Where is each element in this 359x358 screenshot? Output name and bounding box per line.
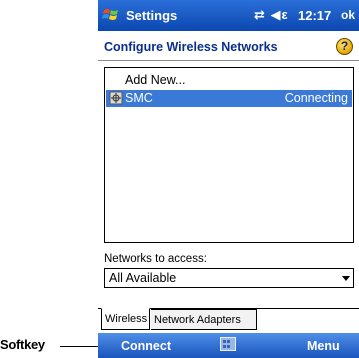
- network-list[interactable]: Add New... SMC Connecting: [104, 67, 354, 243]
- windows-start-icon[interactable]: [102, 6, 120, 24]
- dropdown-value: All Available: [109, 271, 177, 285]
- networks-to-access-label: Networks to access:: [104, 253, 207, 265]
- callout-line: [60, 346, 98, 347]
- title-bar: Settings ⇄ ◀ε 12:17 ok: [98, 0, 359, 31]
- softkey-callout: Softkey: [0, 335, 45, 353]
- help-icon[interactable]: ?: [336, 38, 353, 55]
- softkey-bar: Connect Menu: [98, 333, 359, 358]
- page-title: Configure Wireless Networks: [104, 40, 278, 54]
- network-name: SMC: [125, 91, 153, 105]
- page-header: Configure Wireless Networks ?: [98, 31, 359, 61]
- network-item-smc[interactable]: SMC Connecting: [106, 90, 352, 107]
- tab-wireless[interactable]: Wireless: [101, 308, 150, 330]
- add-new-item[interactable]: Add New...: [125, 73, 185, 87]
- network-status: Connecting: [284, 91, 348, 105]
- networks-to-access-dropdown[interactable]: All Available: [104, 268, 354, 288]
- keyboard-icon[interactable]: [220, 337, 236, 351]
- clock[interactable]: 12:17: [298, 8, 331, 23]
- chevron-down-icon[interactable]: [342, 276, 350, 281]
- app-title: Settings: [126, 8, 178, 23]
- connectivity-volume-icons[interactable]: ⇄ ◀ε: [254, 7, 289, 23]
- menu-softkey[interactable]: Menu: [307, 339, 340, 353]
- connect-softkey[interactable]: Connect: [121, 339, 171, 353]
- tab-network-adapters[interactable]: Network Adapters: [151, 309, 257, 330]
- tab-strip: Wireless Network Adapters: [98, 308, 359, 333]
- ok-button[interactable]: ok: [339, 6, 357, 25]
- callout-label: Softkey: [0, 336, 45, 352]
- wireless-network-icon: [109, 91, 123, 105]
- device-screen: Settings ⇄ ◀ε 12:17 ok Configure Wireles…: [98, 0, 359, 358]
